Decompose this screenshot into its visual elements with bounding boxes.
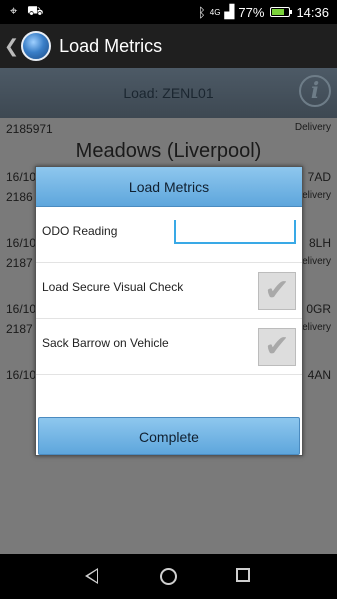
network-label: 4G bbox=[209, 7, 221, 17]
row-postcode: 8LH bbox=[308, 236, 331, 250]
location-icon: ⌖ bbox=[10, 3, 18, 18]
row-id: 2186 bbox=[6, 190, 33, 204]
clock: 14:36 bbox=[296, 4, 329, 20]
odo-label: ODO Reading bbox=[42, 224, 118, 238]
load-secure-label: Load Secure Visual Check bbox=[42, 280, 184, 294]
battery-icon bbox=[270, 7, 293, 17]
row-postcode: 7AD bbox=[307, 170, 331, 184]
nav-back-icon[interactable] bbox=[85, 568, 98, 584]
row-date: 16/10 bbox=[6, 368, 37, 382]
nav-home-icon[interactable] bbox=[160, 568, 177, 585]
row-postcode: 4AN bbox=[307, 368, 331, 382]
signal-icon: ▟ bbox=[224, 4, 235, 19]
battery-percent: 77% bbox=[238, 4, 265, 20]
app-globe-icon[interactable] bbox=[21, 31, 52, 61]
dialog-title: Load Metrics bbox=[36, 167, 302, 207]
sack-barrow-checkbox[interactable]: ✔ bbox=[258, 328, 296, 366]
bluetooth-icon: ᛒ bbox=[197, 4, 206, 20]
sack-barrow-label: Sack Barrow on Vehicle bbox=[42, 336, 169, 350]
car-icon: ⛟ bbox=[26, 3, 44, 18]
nav-bar bbox=[0, 554, 337, 599]
row-date: 16/10 bbox=[6, 236, 37, 250]
location-name: Meadows (Liverpool) bbox=[75, 140, 262, 162]
back-chevron-icon[interactable]: ❮ bbox=[4, 36, 19, 57]
sack-barrow-row: Sack Barrow on Vehicle ✔ bbox=[36, 320, 302, 375]
status-left: ⌖ ⛟ bbox=[10, 3, 49, 21]
status-bar: ⌖ ⛟ ᛒ 4G ▟ 77% 14:36 bbox=[0, 0, 337, 24]
load-secure-checkbox[interactable]: ✔ bbox=[258, 272, 296, 310]
action-bar: ❮ Load Metrics bbox=[0, 24, 337, 68]
row-id: 2187 bbox=[6, 322, 33, 336]
delivery-id: 2185971 bbox=[6, 122, 53, 136]
row-date: 16/10 bbox=[6, 170, 37, 184]
nav-recent-apps-icon[interactable] bbox=[236, 568, 250, 582]
load-metrics-dialog: Load Metrics ODO Reading Load Secure Vis… bbox=[35, 166, 303, 456]
row-postcode: 0GR bbox=[306, 302, 331, 316]
odo-reading-input[interactable] bbox=[174, 220, 296, 244]
load-title: Load: ZENL01 bbox=[123, 85, 214, 101]
row-id: 2187 bbox=[6, 256, 33, 270]
battery-fill bbox=[272, 9, 285, 15]
complete-button[interactable]: Complete bbox=[38, 417, 300, 455]
load-header: Load: ZENL01 i bbox=[0, 68, 337, 118]
odo-row: ODO Reading bbox=[36, 208, 302, 263]
status-right: ᛒ 4G ▟ 77% 14:36 bbox=[198, 4, 329, 20]
delivery-type: Delivery bbox=[294, 122, 331, 133]
load-secure-row: Load Secure Visual Check ✔ bbox=[36, 264, 302, 319]
info-icon[interactable]: i bbox=[299, 75, 331, 107]
page-title: Load Metrics bbox=[59, 35, 163, 56]
row-date: 16/10 bbox=[6, 302, 37, 316]
